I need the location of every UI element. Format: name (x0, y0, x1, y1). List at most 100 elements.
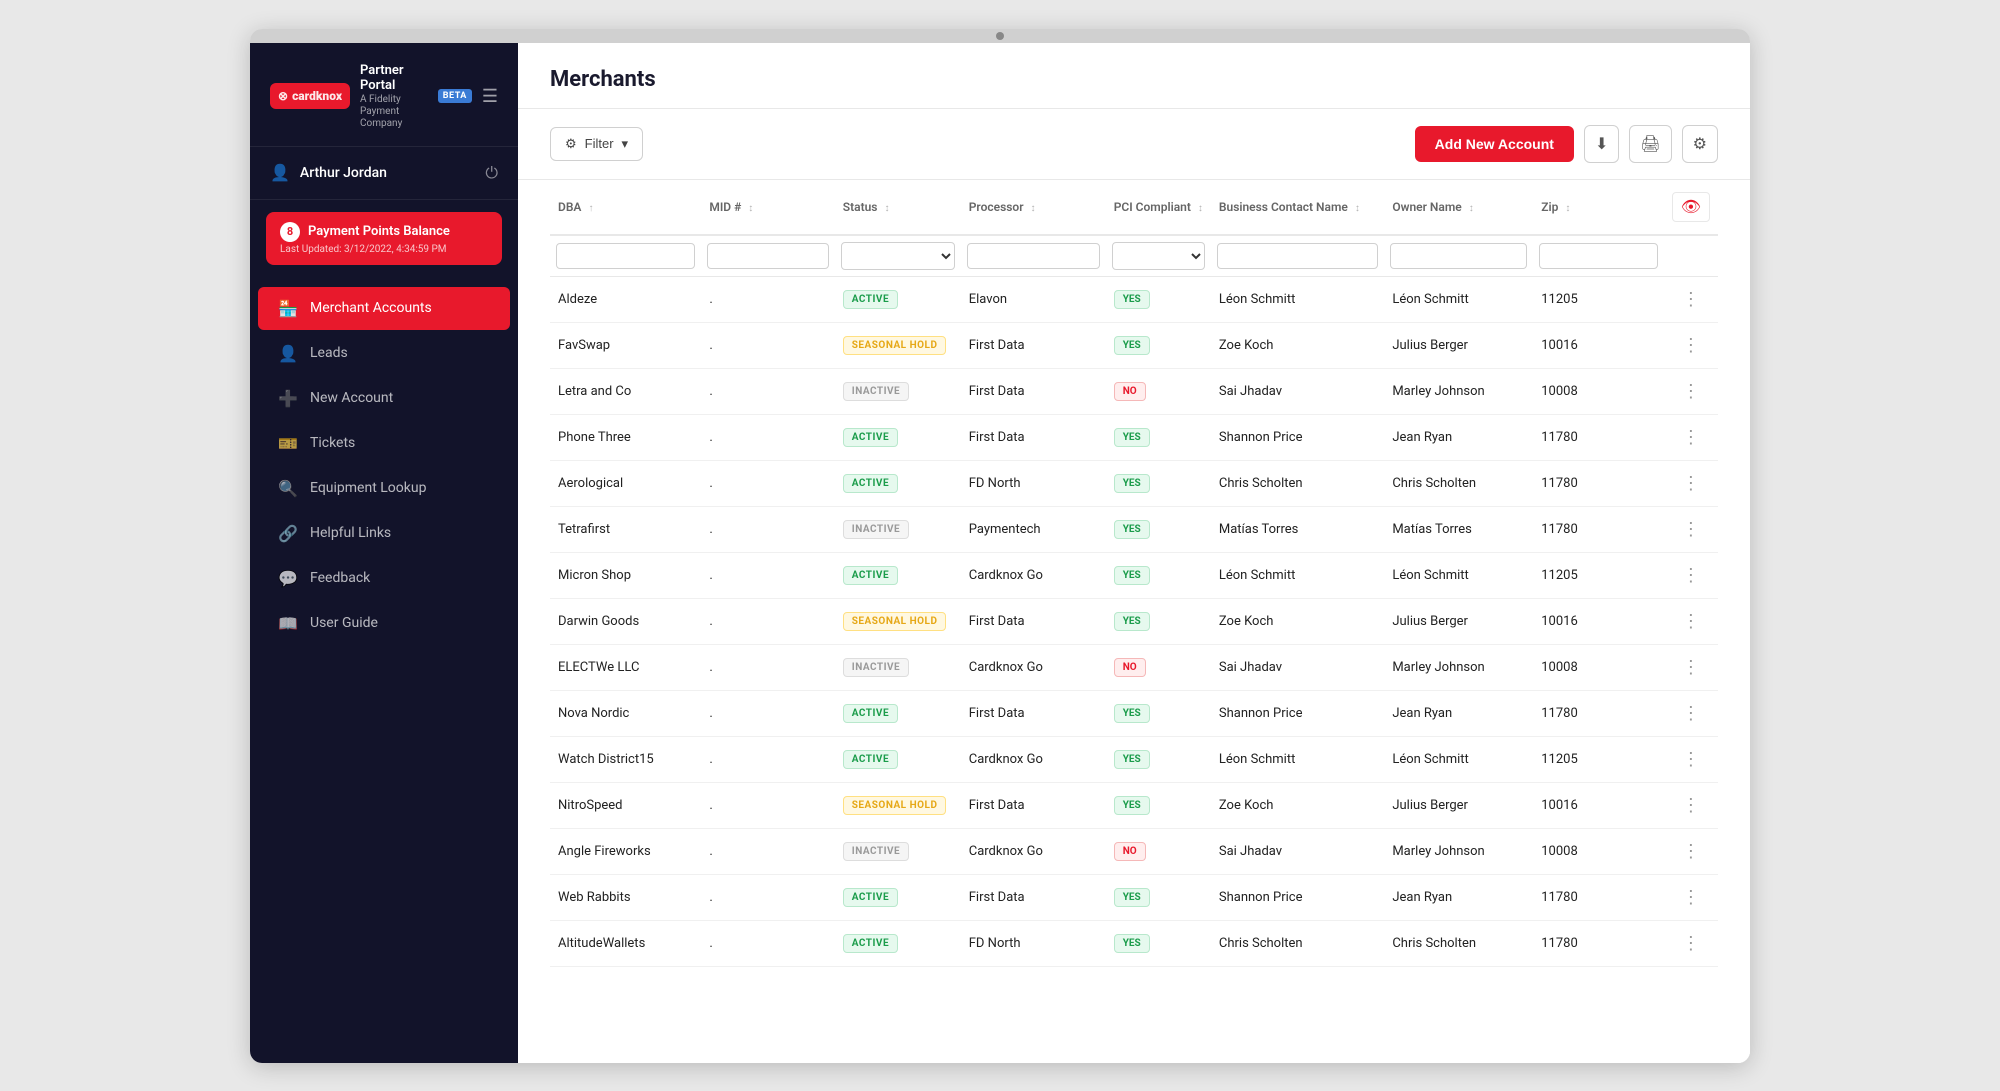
table-row[interactable]: Phone Three . ACTIVE First Data YES Shan… (550, 414, 1718, 460)
cell-pci: YES (1106, 690, 1211, 736)
row-menu-button[interactable]: ⋮ (1664, 920, 1718, 966)
row-menu-button[interactable]: ⋮ (1664, 690, 1718, 736)
user-name: Arthur Jordan (300, 165, 475, 181)
cell-processor: Cardknox Go (961, 736, 1106, 782)
row-menu-button[interactable]: ⋮ (1664, 782, 1718, 828)
filter-status[interactable]: ACTIVE INACTIVE SEASONAL HOLD (841, 242, 955, 270)
row-menu-button[interactable]: ⋮ (1664, 552, 1718, 598)
table-row[interactable]: Letra and Co . INACTIVE First Data NO Sa… (550, 368, 1718, 414)
sidebar-item-merchant-accounts[interactable]: 🏪 Merchant Accounts (258, 287, 510, 330)
th-owner[interactable]: Owner Name ↕ (1384, 180, 1533, 235)
th-mid[interactable]: MID # ↕ (701, 180, 834, 235)
row-menu-button[interactable]: ⋮ (1664, 322, 1718, 368)
cell-zip: 10016 (1533, 598, 1663, 644)
table-row[interactable]: ELECTWe LLC . INACTIVE Cardknox Go NO Sa… (550, 644, 1718, 690)
table-row[interactable]: Watch District15 . ACTIVE Cardknox Go YE… (550, 736, 1718, 782)
row-menu-button[interactable]: ⋮ (1664, 276, 1718, 322)
settings-button[interactable]: ⚙ (1682, 125, 1718, 163)
th-contact[interactable]: Business Contact Name ↕ (1211, 180, 1384, 235)
filter-pci[interactable]: YES NO (1112, 242, 1205, 270)
row-menu-button[interactable]: ⋮ (1664, 414, 1718, 460)
table-row[interactable]: Angle Fireworks . INACTIVE Cardknox Go N… (550, 828, 1718, 874)
cell-contact: Zoe Koch (1211, 322, 1384, 368)
cell-processor: Cardknox Go (961, 828, 1106, 874)
th-zip[interactable]: Zip ↕ (1533, 180, 1663, 235)
row-menu-button[interactable]: ⋮ (1664, 368, 1718, 414)
sidebar-item-new-account[interactable]: ➕ New Account (258, 377, 510, 420)
power-icon[interactable]: ⏻ (485, 163, 498, 183)
cell-status: INACTIVE (835, 506, 961, 552)
cell-contact: Shannon Price (1211, 874, 1384, 920)
cell-status: ACTIVE (835, 920, 961, 966)
table-row[interactable]: FavSwap . SEASONAL HOLD First Data YES Z… (550, 322, 1718, 368)
table-row[interactable]: Aldeze . ACTIVE Elavon YES Léon Schmitt … (550, 276, 1718, 322)
table-row[interactable]: Tetrafirst . INACTIVE Paymentech YES Mat… (550, 506, 1718, 552)
hamburger-icon[interactable]: ☰ (482, 86, 498, 107)
cell-mid: . (701, 828, 834, 874)
cell-mid: . (701, 414, 834, 460)
filter-chevron-icon: ▾ (622, 136, 629, 152)
cell-owner: Matías Torres (1384, 506, 1533, 552)
th-dba[interactable]: DBA ↑ (550, 180, 701, 235)
row-menu-button[interactable]: ⋮ (1664, 828, 1718, 874)
row-menu-button[interactable]: ⋮ (1664, 874, 1718, 920)
print-button[interactable]: 🖨 (1629, 125, 1671, 163)
merchant-accounts-icon: 🏪 (278, 299, 298, 318)
cell-owner: Chris Scholten (1384, 460, 1533, 506)
table-row[interactable]: Nova Nordic . ACTIVE First Data YES Shan… (550, 690, 1718, 736)
row-menu-button[interactable]: ⋮ (1664, 506, 1718, 552)
table-row[interactable]: Aerological . ACTIVE FD North YES Chris … (550, 460, 1718, 506)
user-avatar-icon: 👤 (270, 163, 290, 182)
filter-mid[interactable] (707, 243, 828, 269)
sidebar-item-equipment-lookup[interactable]: 🔍 Equipment Lookup (258, 467, 510, 510)
table-row[interactable]: NitroSpeed . SEASONAL HOLD First Data YE… (550, 782, 1718, 828)
th-status[interactable]: Status ↕ (835, 180, 961, 235)
sidebar-item-user-guide[interactable]: 📖 User Guide (258, 602, 510, 645)
sidebar-item-tickets[interactable]: 🎫 Tickets (258, 422, 510, 465)
filter-contact[interactable] (1217, 243, 1378, 269)
cell-zip: 11780 (1533, 414, 1663, 460)
cell-dba: Angle Fireworks (550, 828, 701, 874)
cell-mid: . (701, 506, 834, 552)
cell-dba: NitroSpeed (550, 782, 701, 828)
cell-owner: Jean Ryan (1384, 690, 1533, 736)
cell-contact: Sai Jhadav (1211, 368, 1384, 414)
filter-processor[interactable] (967, 243, 1100, 269)
row-menu-button[interactable]: ⋮ (1664, 598, 1718, 644)
sidebar-item-label-tickets: Tickets (310, 435, 355, 451)
logo-text: cardknox (292, 89, 342, 103)
merchants-table-container: DBA ↑ MID # ↕ Status ↕ Processor ↕ PCI C… (518, 180, 1750, 1063)
row-menu-button[interactable]: ⋮ (1664, 644, 1718, 690)
points-updated: Last Updated: 3/12/2022, 4:34:59 PM (280, 244, 488, 255)
filter-zip[interactable] (1539, 243, 1657, 269)
add-new-account-button[interactable]: Add New Account (1415, 126, 1574, 162)
cell-zip: 10008 (1533, 644, 1663, 690)
cell-owner: Jean Ryan (1384, 414, 1533, 460)
th-pci[interactable]: PCI Compliant ↕ (1106, 180, 1211, 235)
filter-owner[interactable] (1390, 243, 1527, 269)
row-menu-button[interactable]: ⋮ (1664, 460, 1718, 506)
cell-status: ACTIVE (835, 874, 961, 920)
cell-status: ACTIVE (835, 690, 961, 736)
column-visibility-button[interactable]: 👁 (1672, 192, 1710, 222)
cell-processor: First Data (961, 368, 1106, 414)
sidebar-item-leads[interactable]: 👤 Leads (258, 332, 510, 375)
th-processor[interactable]: Processor ↕ (961, 180, 1106, 235)
filter-dba[interactable] (556, 243, 695, 269)
sidebar-item-helpful-links[interactable]: 🔗 Helpful Links (258, 512, 510, 555)
cell-dba: Watch District15 (550, 736, 701, 782)
filter-button[interactable]: ⚙ Filter ▾ (550, 127, 643, 161)
payment-points-balance[interactable]: 8 Payment Points Balance Last Updated: 3… (266, 212, 502, 265)
cell-zip: 11205 (1533, 552, 1663, 598)
sidebar-item-feedback[interactable]: 💬 Feedback (258, 557, 510, 600)
page-title: Merchants (550, 67, 1718, 92)
download-button[interactable]: ⬇ (1584, 125, 1619, 163)
cell-processor: First Data (961, 598, 1106, 644)
row-menu-button[interactable]: ⋮ (1664, 736, 1718, 782)
tickets-icon: 🎫 (278, 434, 298, 453)
table-row[interactable]: Web Rabbits . ACTIVE First Data YES Shan… (550, 874, 1718, 920)
table-row[interactable]: AltitudeWallets . ACTIVE FD North YES Ch… (550, 920, 1718, 966)
cell-dba: FavSwap (550, 322, 701, 368)
table-row[interactable]: Micron Shop . ACTIVE Cardknox Go YES Léo… (550, 552, 1718, 598)
table-row[interactable]: Darwin Goods . SEASONAL HOLD First Data … (550, 598, 1718, 644)
